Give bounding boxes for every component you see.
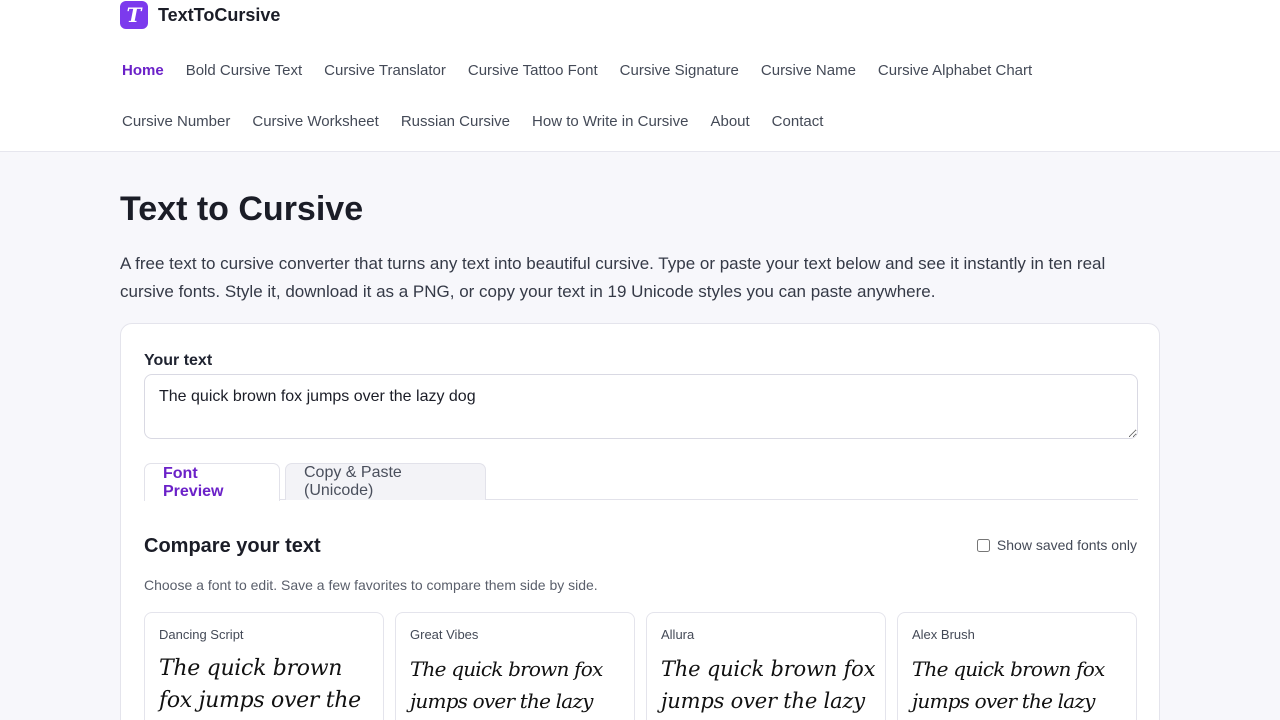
text-input-label: Your text — [144, 352, 213, 369]
compare-hint: Choose a font to edit. Save a few favori… — [144, 577, 598, 593]
nav-cursive-name[interactable]: Cursive Name — [761, 62, 856, 79]
font-card-alex-brush[interactable]: Alex Brush The quick brown fox jumps ove… — [897, 612, 1137, 720]
font-name: Great Vibes — [410, 627, 479, 642]
font-sample: The quick brown fox jumps over the lazy … — [159, 656, 361, 713]
compare-title: Compare your text — [144, 535, 321, 557]
nav-cursive-signature[interactable]: Cursive Signature — [620, 62, 739, 79]
tab-copy-paste-unicode[interactable]: Copy & Paste (Unicode) — [285, 463, 486, 500]
nav-cursive-translator[interactable]: Cursive Translator — [324, 62, 446, 79]
font-card-great-vibes[interactable]: Great Vibes The quick brown fox jumps ov… — [395, 612, 635, 720]
nav-russian-cursive[interactable]: Russian Cursive — [401, 113, 510, 130]
font-name: Dancing Script — [159, 627, 244, 642]
nav-how-to-write-in-cursive[interactable]: How to Write in Cursive — [532, 113, 688, 130]
nav-about[interactable]: About — [710, 113, 749, 130]
font-grid: Dancing Script The quick brown fox jumps… — [144, 612, 1137, 720]
nav-cursive-worksheet[interactable]: Cursive Worksheet — [252, 113, 378, 130]
saved-fonts-label: Show saved fonts only — [996, 537, 1137, 553]
brand[interactable]: T TextToCursive — [120, 1, 280, 29]
main-nav-row-2: Cursive Number Cursive Worksheet Russian… — [122, 113, 845, 130]
page-intro: A free text to cursive converter that tu… — [120, 254, 1106, 301]
site-header: T TextToCursive Home Bold Cursive Text C… — [0, 0, 1280, 152]
saved-fonts-checkbox[interactable] — [976, 538, 990, 552]
font-sample: The quick brown fox jumps over the lazy … — [912, 657, 1105, 713]
nav-cursive-number[interactable]: Cursive Number — [122, 113, 230, 130]
converter-card: Your text Font Preview Copy & Paste (Uni… — [120, 323, 1160, 720]
font-name: Alex Brush — [912, 627, 975, 642]
view-tabs: Font Preview Copy & Paste (Unicode) — [144, 463, 1138, 501]
font-card-dancing-script[interactable]: Dancing Script The quick brown fox jumps… — [144, 612, 384, 720]
nav-contact[interactable]: Contact — [772, 113, 824, 130]
nav-bold-cursive-text[interactable]: Bold Cursive Text — [186, 62, 302, 79]
font-sample: The quick brown fox jumps over the lazy … — [410, 657, 603, 713]
font-name: Allura — [661, 627, 695, 642]
page-title: Text to Cursive — [120, 190, 364, 228]
font-card-allura[interactable]: Allura The quick brown fox jumps over th… — [646, 612, 886, 720]
main-nav-row-1: Home Bold Cursive Text Cursive Translato… — [122, 62, 1054, 79]
tab-font-preview[interactable]: Font Preview — [144, 463, 280, 501]
nav-home[interactable]: Home — [122, 62, 164, 79]
brand-name[interactable]: TextToCursive — [158, 5, 280, 26]
text-input[interactable] — [144, 374, 1138, 439]
nav-cursive-alphabet-chart[interactable]: Cursive Alphabet Chart — [878, 62, 1032, 79]
logo-icon[interactable]: T — [120, 1, 148, 29]
nav-cursive-tattoo-font[interactable]: Cursive Tattoo Font — [468, 62, 598, 79]
saved-fonts-toggle[interactable]: Show saved fonts only — [976, 537, 1137, 553]
font-sample: The quick brown fox jumps over the lazy … — [661, 657, 876, 713]
